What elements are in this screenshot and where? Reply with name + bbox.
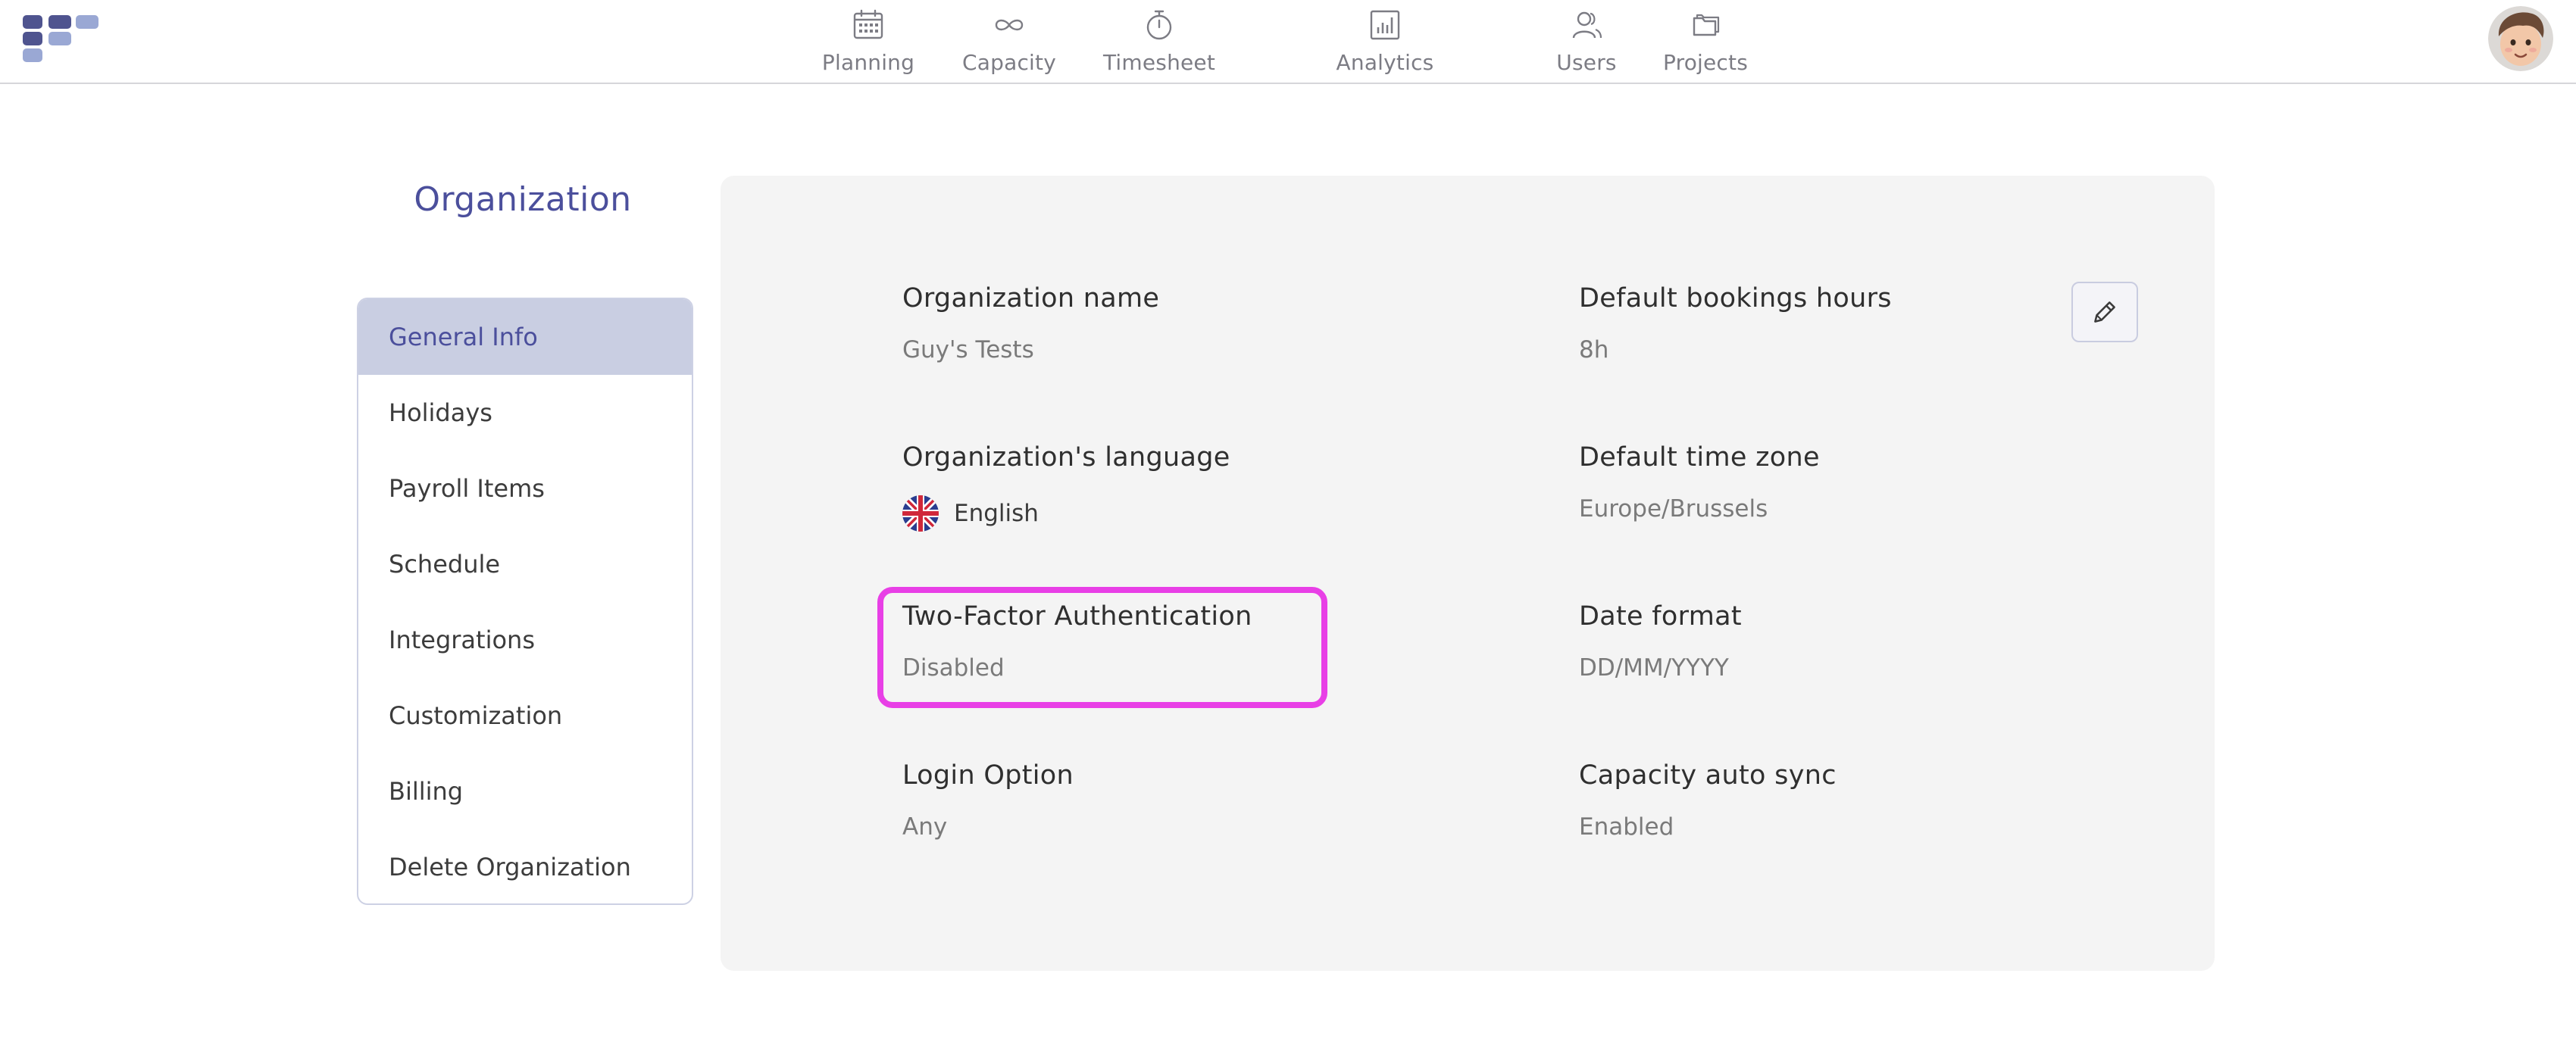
field-default-bookings-hours: Default bookings hours 8h <box>1579 283 1892 363</box>
folders-icon <box>1693 14 1720 36</box>
nav-analytics-label: Analytics <box>1336 50 1434 75</box>
nav-projects[interactable]: Projects <box>1656 8 1755 77</box>
settings-menu: General Info Holidays Payroll Items Sche… <box>357 298 693 905</box>
uk-flag-icon <box>902 495 939 532</box>
field-label: Capacity auto sync <box>1579 760 1837 791</box>
nav-users-label: Users <box>1556 50 1617 75</box>
section-title: Organization <box>414 180 632 219</box>
nav-planning-label: Planning <box>821 50 915 75</box>
field-default-time-zone: Default time zone Europe/Brussels <box>1579 442 1820 523</box>
menu-item-label: Billing <box>389 777 464 806</box>
nav-timesheet-label: Timesheet <box>1102 50 1216 75</box>
menu-item-holidays[interactable]: Holidays <box>358 375 692 451</box>
field-capacity-auto-sync: Capacity auto sync Enabled <box>1579 760 1837 841</box>
nav-planning[interactable]: Planning <box>815 8 921 77</box>
field-value: Enabled <box>1579 813 1674 841</box>
nav-analytics[interactable]: Analytics <box>1324 8 1446 77</box>
user-avatar[interactable] <box>2488 6 2553 71</box>
field-value: 8h <box>1579 336 1609 363</box>
nav-capacity[interactable]: Capacity <box>956 8 1062 77</box>
field-label: Date format <box>1579 601 1742 632</box>
field-login-option: Login Option Any <box>902 760 1074 841</box>
menu-item-label: Schedule <box>389 550 501 579</box>
avatar-face-icon <box>2488 6 2553 71</box>
field-value: Guy's Tests <box>902 336 1034 363</box>
field-label: Login Option <box>902 760 1074 791</box>
field-organization-language: Organization's language English <box>902 442 1230 532</box>
menu-item-schedule[interactable]: Schedule <box>358 526 692 602</box>
field-label: Organization name <box>902 283 1160 314</box>
nav-projects-label: Projects <box>1663 50 1748 75</box>
infinity-icon <box>995 19 1024 31</box>
menu-item-delete-organization[interactable]: Delete Organization <box>358 829 692 903</box>
field-date-format: Date format DD/MM/YYYY <box>1579 601 1742 682</box>
nav-capacity-label: Capacity <box>962 50 1056 75</box>
bar-chart-icon <box>1370 10 1400 40</box>
edit-button[interactable] <box>2071 282 2138 342</box>
field-value: Disabled <box>902 654 1005 682</box>
field-value: Any <box>902 813 948 841</box>
top-navigation-bar: Planning Capacity Timesheet Analytics Us… <box>0 0 2576 84</box>
field-label: Organization's language <box>902 442 1230 473</box>
nav-users[interactable]: Users <box>1546 8 1627 77</box>
stopwatch-icon <box>1146 10 1172 40</box>
users-icon <box>1572 11 1602 39</box>
menu-item-customization[interactable]: Customization <box>358 678 692 754</box>
field-label: Default bookings hours <box>1579 283 1892 314</box>
menu-item-label: Delete Organization <box>389 853 631 881</box>
app-logo[interactable] <box>21 14 100 64</box>
field-value: DD/MM/YYYY <box>1579 654 1729 682</box>
menu-item-label: General Info <box>389 323 538 351</box>
nav-timesheet[interactable]: Timesheet <box>1099 8 1220 77</box>
menu-item-label: Integrations <box>389 626 535 654</box>
field-value: Europe/Brussels <box>1579 495 1768 523</box>
menu-item-general-info[interactable]: General Info <box>358 299 692 375</box>
menu-item-billing[interactable]: Billing <box>358 754 692 829</box>
menu-item-payroll-items[interactable]: Payroll Items <box>358 451 692 526</box>
menu-item-label: Holidays <box>389 398 492 427</box>
menu-item-label: Payroll Items <box>389 474 545 503</box>
field-value: English <box>902 495 1230 532</box>
field-two-factor-authentication: Two-Factor Authentication Disabled <box>902 601 1252 682</box>
calendar-icon <box>853 9 883 39</box>
menu-item-integrations[interactable]: Integrations <box>358 602 692 678</box>
pencil-icon <box>2094 301 2115 323</box>
menu-item-label: Customization <box>389 701 563 730</box>
field-label: Two-Factor Authentication <box>902 601 1252 632</box>
language-value: English <box>954 500 1039 527</box>
field-label: Default time zone <box>1579 442 1820 473</box>
field-organization-name: Organization name Guy's Tests <box>902 283 1159 363</box>
